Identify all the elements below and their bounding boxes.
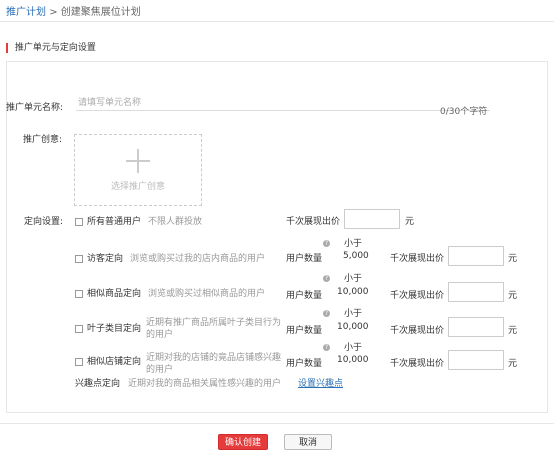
similar-store-name: 相似店铺定向 — [87, 357, 142, 367]
leaf-category-price-unit: 元 — [508, 326, 518, 336]
visitor-count-label: 用户数量 — [286, 254, 323, 264]
plus-icon-vertical — [137, 149, 139, 173]
visitor-targeting-desc: 浏览或购买过我的店内商品的用户 — [130, 254, 266, 264]
creative-label: 推广创意: — [23, 135, 63, 145]
interest-targeting-name: 兴趣点定向 — [75, 379, 121, 389]
similar-product-name: 相似商品定向 — [87, 289, 142, 299]
similar-store-count-label: 用户数量 — [286, 359, 323, 369]
section-title: 推广单元与定向设置 — [6, 40, 96, 53]
add-creative-label: 选择推广创意 — [110, 182, 165, 192]
breadcrumb-current: 创建聚焦展位计划 — [60, 7, 141, 18]
similar-product-price-label: 千次展现出价 — [390, 291, 445, 301]
leaf-category-checkbox[interactable] — [75, 324, 83, 333]
breadcrumb: 推广计划 > 创建聚焦展位计划 — [6, 3, 141, 18]
leaf-category-count-label: 用户数量 — [286, 326, 323, 336]
visitor-count-value: 5,000 — [343, 251, 369, 261]
similar-product-price-input[interactable] — [448, 282, 504, 302]
similar-store-price-input[interactable] — [448, 350, 504, 370]
visitor-less-than: 小于 — [344, 239, 363, 249]
breadcrumb-separator: > — [49, 7, 58, 18]
unit-name-counter: 0/30个字符 — [440, 107, 488, 117]
leaf-category-count-value: 10,000 — [337, 322, 369, 332]
similar-store-option[interactable]: 相似店铺定向 — [75, 354, 141, 367]
visitor-targeting-checkbox[interactable] — [75, 254, 83, 263]
all-users-price-label: 千次展现出价 — [286, 217, 341, 227]
visitor-price-input[interactable] — [448, 246, 504, 266]
help-icon[interactable]: ? — [323, 240, 330, 247]
all-users-name: 所有普通用户 — [87, 217, 142, 227]
similar-store-count-value: 10,000 — [337, 355, 369, 365]
section-title-marker — [6, 42, 8, 53]
all-users-price-unit: 元 — [405, 217, 415, 227]
leaf-category-option[interactable]: 叶子类目定向 — [75, 321, 141, 334]
similar-store-less-than: 小于 — [344, 343, 363, 353]
breadcrumb-root-link[interactable]: 推广计划 — [6, 7, 46, 18]
similar-product-count-label: 用户数量 — [286, 291, 323, 301]
similar-product-count-value: 10,000 — [337, 287, 369, 297]
leaf-category-less-than: 小于 — [344, 309, 363, 319]
all-users-desc: 不限人群投放 — [148, 217, 203, 227]
set-interest-link[interactable]: 设置兴趣点 — [298, 376, 343, 389]
help-icon[interactable]: ? — [323, 275, 330, 282]
visitor-targeting-option[interactable]: 访客定向 — [75, 251, 123, 264]
section-title-text: 推广单元与定向设置 — [14, 43, 96, 53]
leaf-category-price-input[interactable] — [448, 317, 504, 337]
help-icon[interactable]: ? — [323, 344, 330, 351]
leaf-category-name: 叶子类目定向 — [87, 324, 142, 334]
footer-divider — [0, 423, 554, 424]
similar-store-price-unit: 元 — [508, 359, 518, 369]
confirm-create-button[interactable]: 确认创建 — [218, 434, 268, 450]
visitor-targeting-name: 访客定向 — [87, 254, 124, 264]
all-users-price-input[interactable] — [344, 209, 400, 229]
interest-targeting-desc: 近期对我的商品相关属性感兴趣的用户 — [128, 379, 282, 389]
visitor-price-unit: 元 — [508, 254, 518, 264]
unit-name-label: 推广单元名称: — [6, 103, 64, 113]
similar-store-checkbox[interactable] — [75, 357, 83, 366]
help-icon[interactable]: ? — [323, 310, 330, 317]
leaf-category-desc: 近期有推广商品所属叶子类目行为的用户 — [146, 318, 282, 340]
similar-product-checkbox[interactable] — [75, 289, 83, 298]
similar-product-price-unit: 元 — [508, 291, 518, 301]
similar-product-desc: 浏览或购买过相似商品的用户 — [148, 289, 266, 299]
cancel-button[interactable]: 取消 — [284, 434, 332, 450]
similar-product-less-than: 小于 — [344, 274, 363, 284]
similar-product-option[interactable]: 相似商品定向 — [75, 286, 141, 299]
leaf-category-price-label: 千次展现出价 — [390, 326, 445, 336]
visitor-price-label: 千次展现出价 — [390, 254, 445, 264]
targeting-label: 定向设置: — [24, 217, 64, 227]
all-users-checkbox[interactable] — [75, 217, 83, 226]
add-creative-box[interactable]: 选择推广创意 — [74, 134, 202, 206]
similar-store-price-label: 千次展现出价 — [390, 359, 445, 369]
unit-name-input[interactable] — [76, 96, 490, 111]
similar-store-desc: 近期对我的店铺的竟品店铺感兴趣的用户 — [146, 353, 282, 375]
all-users-option[interactable]: 所有普通用户 — [75, 214, 141, 227]
header-divider — [0, 21, 554, 22]
